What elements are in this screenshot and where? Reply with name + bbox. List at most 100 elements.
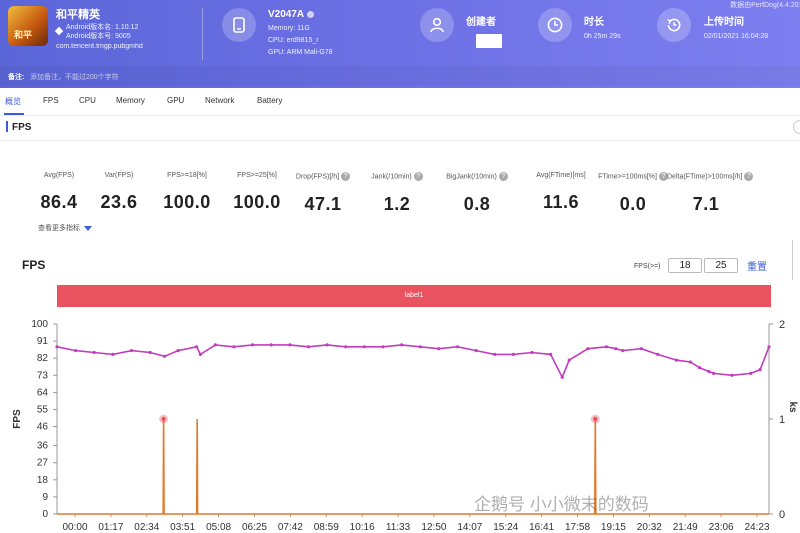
metric-card: Avg(FTime)[ms] 11.6 (522, 172, 600, 213)
tab-fps[interactable]: FPS (43, 96, 59, 105)
fps-point (437, 347, 441, 351)
y2-tick-label: 1 (779, 414, 785, 426)
fps-point (55, 345, 59, 349)
x-tick-label: 00:00 (62, 522, 87, 533)
fps-point (749, 371, 753, 375)
x-tick-label: 08:59 (314, 522, 339, 533)
x-tick-label: 06:25 (242, 522, 267, 533)
note-input[interactable]: 添加备注，不能过200个字符 (30, 72, 119, 82)
active-tab-indicator (4, 113, 24, 115)
fps-point (674, 358, 678, 362)
metric-value: 7.1 (692, 194, 720, 214)
fps-point (614, 347, 618, 351)
threshold-label: FPS(>=) (634, 263, 661, 270)
y-tick-label: 36 (37, 441, 49, 452)
y2-axis-title: ks (787, 401, 798, 413)
collapse-icon[interactable] (793, 120, 800, 134)
y2-tick-label: 2 (779, 319, 785, 331)
x-tick-label: 23:06 (709, 522, 734, 533)
tab-overview[interactable]: 概览 (5, 96, 21, 107)
tab-network[interactable]: Network (205, 96, 234, 105)
y-tick-label: 0 (42, 509, 48, 520)
device-info-icon[interactable] (307, 10, 315, 18)
section-accent (6, 121, 8, 132)
metric-label: Var(FPS) (80, 172, 158, 179)
game-icon-text: 和平 (14, 30, 33, 40)
help-icon[interactable]: ? (413, 172, 423, 181)
fps-point (176, 349, 180, 353)
x-tick-label: 11:33 (386, 522, 411, 533)
more-metrics-link[interactable]: 查看更多指标 (38, 223, 92, 233)
x-tick-label: 01:17 (98, 522, 123, 533)
threshold-input-2[interactable]: 25 (704, 258, 738, 273)
tab-gpu[interactable]: GPU (167, 96, 184, 105)
chevron-down-icon (84, 225, 92, 231)
fps-point (344, 345, 348, 349)
x-tick-label: 16:41 (529, 522, 554, 533)
y-tick-label: 27 (37, 458, 49, 469)
tab-cpu[interactable]: CPU (79, 96, 96, 105)
fps-point (711, 371, 716, 375)
x-tick-label: 24:23 (744, 522, 769, 533)
y-tick-label: 91 (37, 336, 49, 347)
device-model: V2047A (268, 9, 315, 20)
metric-label-text: Drop(FPS)[/h] (295, 173, 340, 181)
package-name: com.tencent.tmgp.pubgmhd (56, 43, 143, 50)
fps-point (586, 347, 590, 351)
note-label: 备注: (8, 74, 25, 81)
creator-value (476, 34, 502, 48)
label-bar[interactable]: label1 (57, 285, 771, 307)
note-row: 备注: 添加备注，不能过200个字符 (0, 66, 800, 86)
y-axis-title: FPS (12, 409, 23, 429)
y-tick-label: 46 (37, 422, 49, 433)
fps-point (213, 343, 217, 347)
fps-point (639, 347, 644, 351)
x-tick-label: 19:15 (601, 522, 626, 533)
more-metrics-text: 查看更多指标 (38, 225, 80, 232)
device-cpu: CPU: erd9815_r (268, 37, 319, 44)
fps-point (111, 352, 115, 356)
fps-point (455, 345, 460, 349)
perfdog-report-page: 和平 和平精英 Android版本名: 1.10.12 Android版本号: … (0, 0, 800, 533)
reset-button[interactable]: 重置 (747, 258, 767, 273)
x-tick-label: 02:34 (134, 522, 159, 533)
y-tick-label: 55 (37, 405, 49, 416)
x-tick-label: 07:42 (278, 522, 303, 533)
metric-value: 23.6 (100, 192, 138, 212)
x-tick-label: 17:58 (565, 522, 590, 533)
jank-marker (161, 416, 166, 422)
metric-value: 100.0 (163, 192, 211, 212)
help-icon[interactable]: ? (744, 172, 754, 181)
fps-point (288, 343, 292, 347)
fps-point (306, 345, 311, 349)
y-tick-label: 82 (37, 353, 49, 364)
metric-label-text: Avg(FPS) (43, 172, 75, 179)
jank-marker (593, 416, 598, 422)
fps-point (549, 352, 553, 356)
help-icon[interactable]: ? (498, 172, 508, 181)
tab-battery[interactable]: Battery (257, 96, 282, 105)
metric-label: FPS>=18[%] (148, 172, 226, 179)
x-tick-label: 05:08 (206, 522, 231, 533)
fps-point (621, 349, 625, 353)
help-icon[interactable]: ? (341, 172, 351, 181)
metric-card: FTime>=100ms[%]? 0.0 (594, 172, 672, 215)
metric-label: Jank(/10min)? (358, 172, 436, 181)
metric-label: Delta(FTime)>100ms[/h]? (667, 172, 754, 181)
x-tick-label: 03:51 (170, 522, 195, 533)
perfdog-source: 数据由PerfDog(4.4.201180)采集 (730, 2, 800, 9)
tab-memory[interactable]: Memory (116, 96, 145, 105)
history-icon (657, 8, 691, 42)
fps-point (767, 345, 771, 349)
y-tick-label: 73 (37, 370, 49, 381)
x-tick-label: 12:50 (421, 522, 446, 533)
fps-point (381, 345, 385, 349)
section-title: FPS (12, 122, 32, 133)
threshold-input-1[interactable]: 18 (668, 258, 702, 273)
metric-label-text: Var(FPS) (104, 172, 134, 179)
section-divider (0, 140, 800, 141)
side-scroll-handle[interactable] (792, 240, 800, 280)
fps-point (688, 360, 692, 364)
chart-title: FPS (22, 258, 46, 272)
x-tick-label: 10:16 (350, 522, 375, 533)
